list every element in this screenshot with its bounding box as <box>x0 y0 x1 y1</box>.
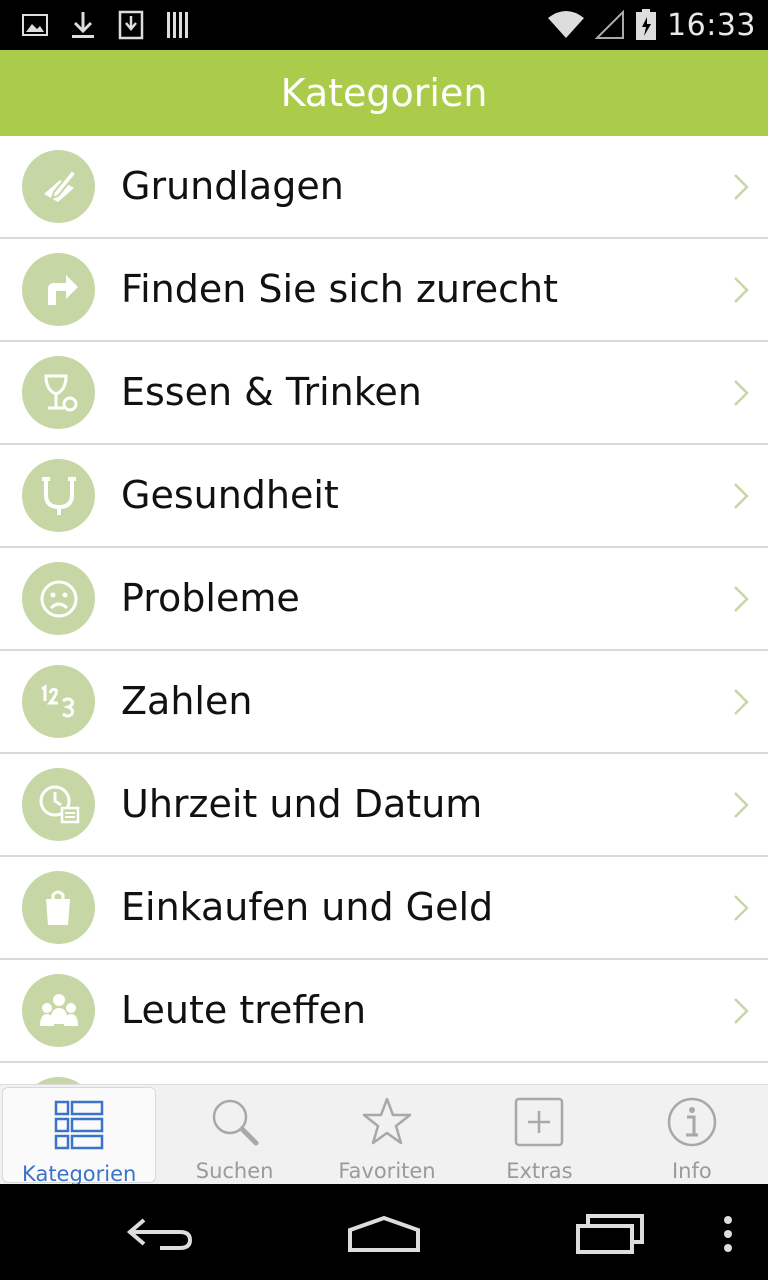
list-item-uhrzeit[interactable]: Uhrzeit und Datum <box>0 754 768 857</box>
tab-label: Kategorien <box>22 1162 137 1186</box>
overflow-icon[interactable] <box>720 1214 736 1254</box>
shopping-bag-icon <box>22 871 95 944</box>
numbers-icon <box>22 665 95 738</box>
chevron-right-icon <box>734 483 749 509</box>
pencil-paper-icon <box>22 150 95 223</box>
chevron-right-icon <box>734 380 749 406</box>
list-item-finden[interactable]: Finden Sie sich zurecht <box>0 239 768 342</box>
chevron-right-icon <box>734 277 749 303</box>
page-title: Kategorien <box>280 71 488 115</box>
chevron-right-icon <box>734 792 749 818</box>
bottom-tab-bar: Kategorien Suchen Favoriten Extras Info <box>0 1084 768 1186</box>
wine-glass-icon <box>22 356 95 429</box>
wifi-icon <box>548 11 585 38</box>
home-icon[interactable] <box>346 1214 422 1254</box>
header-bar: Kategorien <box>0 50 768 136</box>
list-item-zahlen[interactable]: Zahlen <box>0 651 768 754</box>
category-icon <box>22 1077 95 1084</box>
list-item-leute[interactable]: Leute treffen <box>0 960 768 1063</box>
download-icon <box>72 12 94 38</box>
clock-time: 16:33 <box>667 7 756 43</box>
magnifier-icon <box>212 1099 259 1146</box>
list-item-label: Grundlagen <box>121 164 344 208</box>
list-item-grundlagen[interactable]: Grundlagen <box>0 136 768 239</box>
chevron-right-icon <box>734 895 749 921</box>
chevron-right-icon <box>734 174 749 200</box>
signal-icon <box>595 10 625 39</box>
category-list[interactable]: Grundlagen Finden Sie sich zurecht Essen… <box>0 136 768 1084</box>
back-icon[interactable] <box>124 1214 196 1254</box>
list-item-essen-trinken[interactable]: Essen & Trinken <box>0 342 768 445</box>
tab-label: Suchen <box>195 1159 274 1183</box>
list-item-label: Einkaufen und Geld <box>121 885 494 929</box>
status-bar: 16:33 <box>0 0 768 50</box>
system-nav-bar <box>0 1184 768 1280</box>
list-item-label: Leute treffen <box>121 988 367 1032</box>
people-icon <box>22 974 95 1047</box>
grid-list-icon <box>54 1100 104 1150</box>
tab-favoriten[interactable]: Favoriten <box>311 1085 463 1185</box>
tab-label: Favoriten <box>338 1159 436 1183</box>
plus-box-icon <box>515 1097 564 1147</box>
list-item-label: Probleme <box>121 576 300 620</box>
chevron-right-icon <box>734 689 749 715</box>
battery-icon <box>636 9 657 40</box>
list-item-einkaufen[interactable]: Einkaufen und Geld <box>0 857 768 960</box>
info-icon <box>667 1097 717 1147</box>
clock-calendar-icon <box>22 768 95 841</box>
stethoscope-icon <box>22 459 95 532</box>
sad-face-icon <box>22 562 95 635</box>
list-item-label: Gesundheit <box>121 473 339 517</box>
list-item-probleme[interactable]: Probleme <box>0 548 768 651</box>
save-icon <box>118 10 144 40</box>
chevron-right-icon <box>734 586 749 612</box>
tab-extras[interactable]: Extras <box>463 1085 615 1185</box>
barcode-icon <box>167 12 188 38</box>
list-item-label: Zahlen <box>121 679 253 723</box>
list-item-label: Uhrzeit und Datum <box>121 782 483 826</box>
tab-kategorien[interactable]: Kategorien <box>2 1087 157 1186</box>
chevron-right-icon <box>734 998 749 1024</box>
turn-right-arrow-icon <box>22 253 95 326</box>
tab-info[interactable]: Info <box>616 1085 768 1185</box>
tab-label: Extras <box>506 1159 573 1183</box>
list-item-partial[interactable] <box>0 1063 768 1084</box>
tab-suchen[interactable]: Suchen <box>158 1085 310 1185</box>
star-icon <box>362 1097 412 1145</box>
recents-icon[interactable] <box>574 1212 646 1256</box>
list-item-label: Finden Sie sich zurecht <box>121 267 559 311</box>
list-item-label: Essen & Trinken <box>121 370 422 414</box>
image-icon <box>22 14 48 36</box>
tab-label: Info <box>671 1159 712 1183</box>
list-item-gesundheit[interactable]: Gesundheit <box>0 445 768 548</box>
